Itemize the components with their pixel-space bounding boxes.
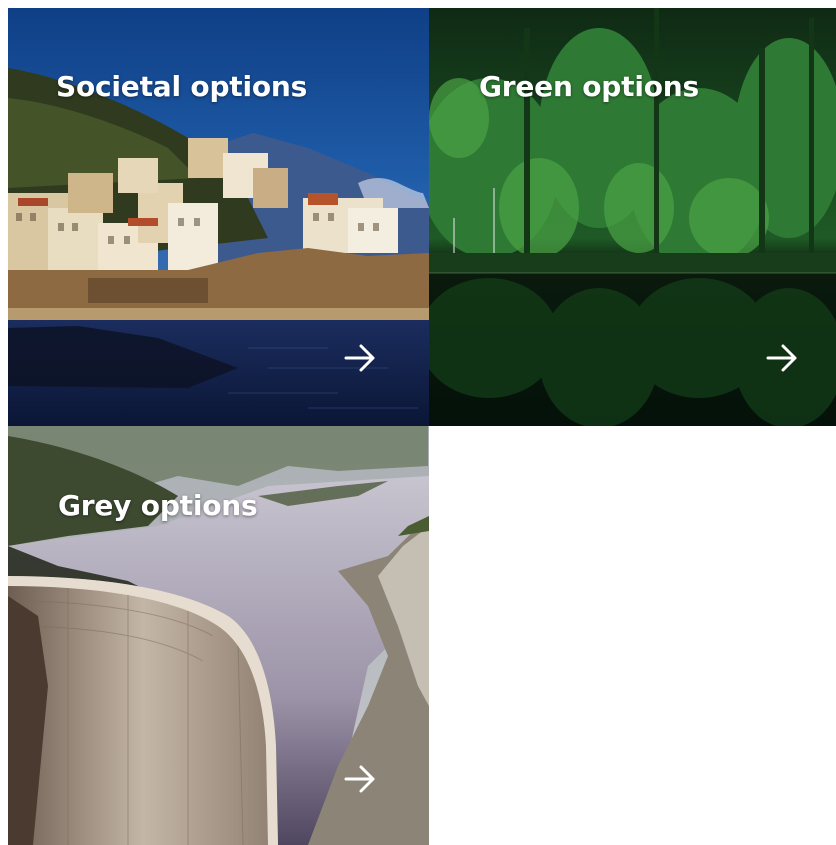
options-grid: Societal options Green options Grey opti… bbox=[0, 0, 836, 845]
tile-title: Societal options bbox=[56, 70, 308, 103]
arrow-right-icon[interactable] bbox=[340, 759, 380, 799]
arrow-right-icon[interactable] bbox=[340, 338, 380, 378]
grey-options-tile[interactable]: Grey options bbox=[8, 426, 429, 845]
tile-title: Green options bbox=[479, 70, 699, 103]
tile-title: Grey options bbox=[58, 489, 258, 522]
arrow-right-icon[interactable] bbox=[762, 338, 802, 378]
green-options-tile[interactable]: Green options bbox=[429, 8, 836, 426]
societal-options-tile[interactable]: Societal options bbox=[8, 8, 429, 426]
